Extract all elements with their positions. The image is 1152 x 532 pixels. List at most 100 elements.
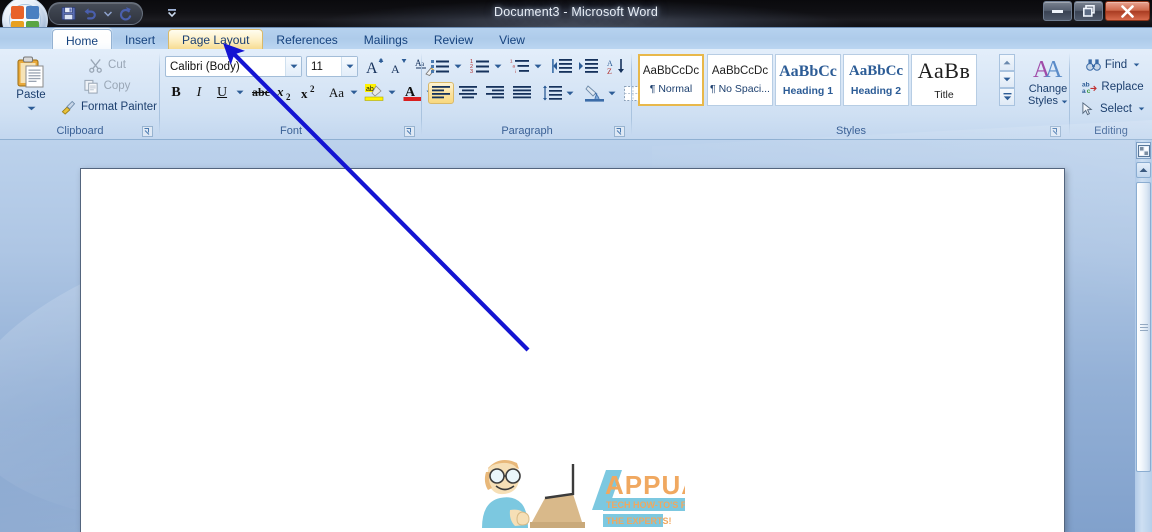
change-styles-button[interactable]: A A Change Styles <box>1022 54 1074 116</box>
style-normal[interactable]: AaBbCcDc ¶ Normal <box>638 54 704 106</box>
multilevel-list-dropdown-button[interactable] <box>531 55 544 78</box>
select-button[interactable]: Select <box>1075 99 1149 119</box>
change-styles-label-line1: Change <box>1028 83 1068 95</box>
sort-button[interactable]: A Z <box>605 55 629 78</box>
chevron-down-icon <box>1003 77 1011 82</box>
styles-more-button[interactable] <box>999 88 1015 106</box>
superscript-button[interactable]: x 2 <box>298 82 323 103</box>
minimize-button[interactable] <box>1043 1 1072 21</box>
change-case-button[interactable]: Aa <box>324 82 349 103</box>
tab-references[interactable]: References <box>263 29 350 51</box>
numbering-button[interactable]: 123 <box>468 55 492 78</box>
style-heading-2-sample: AaBbCc <box>848 63 904 80</box>
bold-button[interactable]: B <box>165 82 187 103</box>
multilevel-list-button[interactable]: 1ai <box>508 55 532 78</box>
line-spacing-dropdown-button[interactable] <box>564 82 576 104</box>
tab-view[interactable]: View <box>486 29 538 51</box>
styles-scroll-down-button[interactable] <box>999 71 1015 88</box>
title-bar: Document3 - Microsoft Word <box>0 0 1152 43</box>
decrease-indent-icon <box>552 59 572 73</box>
tab-insert[interactable]: Insert <box>112 29 168 51</box>
styles-group-label: Styles <box>836 125 866 137</box>
cut-label: Cut <box>108 59 126 71</box>
font-size-dropdown-button[interactable] <box>341 57 357 76</box>
line-spacing-button[interactable] <box>540 82 565 104</box>
text-highlight-dropdown-button[interactable] <box>386 82 398 103</box>
cut-button[interactable]: Cut <box>58 56 154 74</box>
font-name-combo[interactable]: Calibri (Body) <box>165 56 302 77</box>
tab-mailings[interactable]: Mailings <box>351 29 421 51</box>
bullets-dropdown-button[interactable] <box>451 55 464 78</box>
vertical-scrollbar[interactable] <box>1135 140 1152 532</box>
scrollbar-grip-icon <box>1139 322 1148 333</box>
change-case-label: Aa <box>328 84 345 100</box>
decrease-indent-button[interactable] <box>550 55 575 78</box>
numbering-dropdown-button[interactable] <box>491 55 504 78</box>
paste-dropdown-button[interactable] <box>27 102 36 114</box>
underline-dropdown-button[interactable] <box>233 82 246 103</box>
redo-button[interactable] <box>114 4 136 23</box>
document-page[interactable] <box>80 168 1065 532</box>
close-button[interactable] <box>1105 1 1150 21</box>
strikethrough-label: abc <box>252 85 270 99</box>
find-button[interactable]: Find <box>1075 55 1149 75</box>
align-left-button[interactable] <box>428 82 454 104</box>
paragraph-dialog-launcher[interactable] <box>613 125 626 138</box>
chevron-down-icon <box>346 64 353 69</box>
style-heading-1[interactable]: AaBbCс Heading 1 <box>775 54 841 106</box>
customize-quick-access-toolbar-button[interactable] <box>164 3 180 23</box>
undo-dropdown-button[interactable] <box>101 4 114 23</box>
justify-button[interactable] <box>509 82 535 104</box>
font-size-combo[interactable]: 11 <box>306 56 358 77</box>
align-center-button[interactable] <box>455 82 481 104</box>
copy-button[interactable]: Copy <box>58 77 154 95</box>
bullets-button[interactable] <box>428 55 452 78</box>
shading-dropdown-button[interactable] <box>606 82 618 104</box>
style-no-spacing[interactable]: AaBbCcDc ¶ No Spaci... <box>707 54 773 106</box>
styles-scroll-up-button[interactable] <box>999 54 1015 71</box>
shading-button[interactable] <box>582 82 607 104</box>
styles-dialog-launcher[interactable] <box>1049 125 1062 138</box>
undo-button[interactable] <box>79 4 101 23</box>
align-center-icon <box>459 86 477 99</box>
chevron-down-icon <box>290 64 297 69</box>
dialog-launcher-icon <box>404 126 415 137</box>
subscript-button[interactable]: x 2 <box>274 82 298 103</box>
chevron-down-icon <box>350 90 358 95</box>
strikethrough-button[interactable]: abc <box>248 82 274 103</box>
change-styles-label-line2: Styles <box>1028 95 1058 107</box>
clipboard-dialog-launcher[interactable] <box>141 125 154 138</box>
restore-button[interactable] <box>1074 1 1103 21</box>
underline-button[interactable]: U <box>211 82 233 103</box>
tab-page-layout[interactable]: Page Layout <box>168 29 264 51</box>
style-title[interactable]: AaBв Title <box>911 54 977 106</box>
ribbon: Paste Cut Copy Format Painter Clipboard … <box>0 49 1152 140</box>
change-case-dropdown-button[interactable] <box>348 82 360 103</box>
change-styles-icon: A A <box>1033 57 1063 83</box>
align-right-button[interactable] <box>482 82 508 104</box>
tab-home[interactable]: Home <box>52 29 113 51</box>
font-name-dropdown-button[interactable] <box>285 57 301 76</box>
format-painter-button[interactable]: Format Painter <box>58 98 158 116</box>
scrollbar-thumb[interactable] <box>1136 182 1151 472</box>
shrink-font-button[interactable]: A <box>386 55 409 78</box>
grow-font-button[interactable]: A <box>363 55 386 78</box>
replace-button[interactable]: ab a c Replace <box>1075 77 1149 97</box>
paste-button[interactable]: Paste <box>8 53 54 119</box>
chevron-down-icon <box>1061 99 1068 103</box>
font-dialog-launcher[interactable] <box>403 125 416 138</box>
font-size-value: 11 <box>311 60 323 73</box>
svg-text:3: 3 <box>470 69 473 75</box>
sort-icon: A Z <box>607 59 624 75</box>
word-application-window: Document3 - Microsoft Word Home Insert P… <box>0 0 1152 532</box>
view-ruler-button[interactable] <box>1136 142 1151 159</box>
italic-button[interactable]: I <box>188 82 210 103</box>
dialog-launcher-icon <box>1050 126 1061 137</box>
style-heading-2[interactable]: AaBbCc Heading 2 <box>843 54 909 106</box>
text-highlight-color-button[interactable]: ab <box>362 82 387 103</box>
increase-indent-button[interactable] <box>576 55 601 78</box>
tab-review[interactable]: Review <box>421 29 486 51</box>
save-button[interactable] <box>57 4 79 23</box>
scroll-up-button[interactable] <box>1136 162 1151 178</box>
bold-label: B <box>171 84 181 100</box>
